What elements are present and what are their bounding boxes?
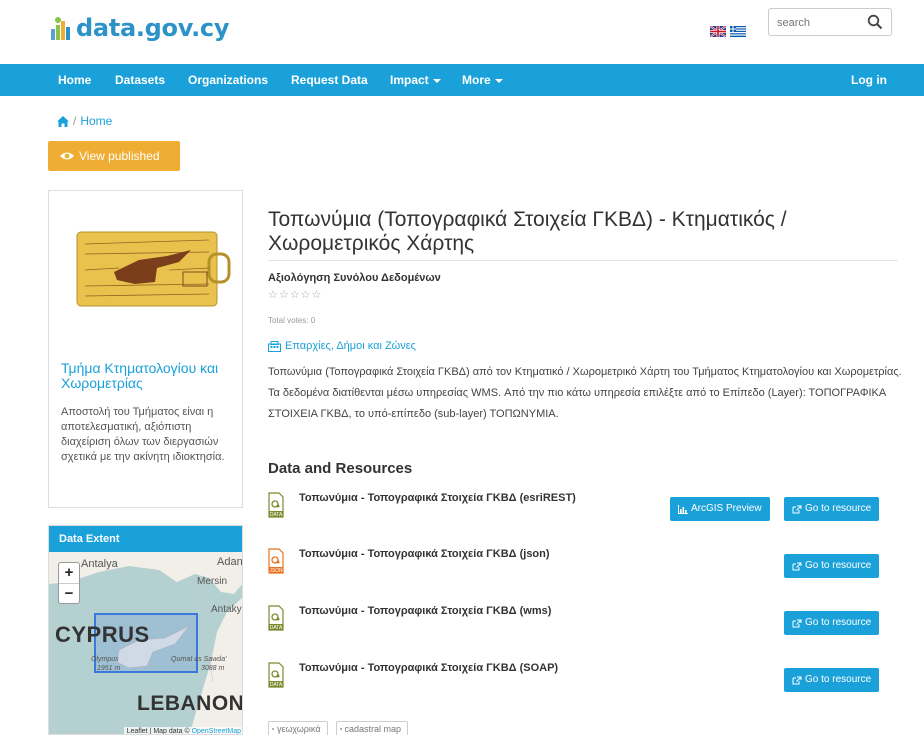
organization-name[interactable]: Τμήμα Κτηματολογίου και Χωρομετρίας <box>61 361 236 391</box>
nav-request-data[interactable]: Request Data <box>291 64 368 96</box>
rating-label: Αξιολόγηση Συνόλου Δεδομένων <box>268 272 441 284</box>
map-label-olympus: Olympus <box>91 656 119 663</box>
nav-more[interactable]: More <box>462 64 503 96</box>
site-header: data.gov.cy <box>0 0 924 64</box>
nav-more-label: More <box>462 73 491 87</box>
dataset-description: Τοπωνύμια (Τοπογραφικά Στοιχεία ΓΚΒΔ) απ… <box>268 366 902 420</box>
map-zoom-control: + − <box>58 562 80 604</box>
data-file-icon: DATA <box>268 662 284 688</box>
go-to-resource-button[interactable]: Go to resource <box>784 668 880 692</box>
building-icon <box>268 340 281 352</box>
map-label-mersin: Mersin <box>197 576 228 587</box>
tag-item[interactable]: γεωχωρικά <box>268 721 328 735</box>
nav-datasets[interactable]: Datasets <box>115 64 165 96</box>
go-to-resource-button[interactable]: Go to resource <box>784 497 880 521</box>
logo-text: data.gov.cy <box>76 14 230 42</box>
login-link[interactable]: Log in <box>851 64 887 96</box>
search-box <box>768 8 892 36</box>
site-logo[interactable]: data.gov.cy <box>50 14 230 42</box>
breadcrumb: / Home <box>57 114 112 128</box>
language-switcher <box>710 26 746 37</box>
chevron-down-icon <box>494 78 503 83</box>
zoom-out-button[interactable]: − <box>59 583 79 603</box>
resource-title[interactable]: Τοπωνύμια - Τοπογραφικά Στοιχεία ΓΚΒΔ (e… <box>299 492 576 504</box>
uk-flag-icon[interactable] <box>710 26 726 37</box>
main-navbar: Home Datasets Organizations Request Data… <box>0 64 924 96</box>
go-to-resource-button[interactable]: Go to resource <box>784 611 880 635</box>
map-attribution: Leaflet | Map data © OpenStreetMap <box>123 727 242 735</box>
extent-map[interactable]: + − Antalya Adana Mersin Antakya CYPRUS … <box>49 552 243 735</box>
nav-home[interactable]: Home <box>58 64 91 96</box>
greek-flag-icon[interactable] <box>730 26 746 37</box>
logo-bars-icon <box>51 17 70 40</box>
external-link-icon <box>792 619 802 627</box>
dataset-group-link[interactable]: Επαρχίες, Δήμοι και Ζώνες <box>268 340 416 352</box>
go-to-resource-label: Go to resource <box>805 617 872 628</box>
data-file-icon: DATA <box>268 492 284 518</box>
external-link-icon <box>792 562 802 570</box>
view-published-label: View published <box>79 149 160 163</box>
resource-title[interactable]: Τοπωνύμια - Τοπογραφικά Στοιχεία ΓΚΒΔ (w… <box>299 605 551 617</box>
data-extent-heading: Data Extent <box>49 526 242 552</box>
go-to-resource-button[interactable]: Go to resource <box>784 554 880 578</box>
eye-icon <box>60 152 74 160</box>
zoom-in-button[interactable]: + <box>59 563 79 583</box>
dataset-group-label: Επαρχίες, Δήμοι και Ζώνες <box>285 340 416 352</box>
home-icon[interactable] <box>57 115 69 127</box>
format-label: DATA <box>270 625 283 631</box>
resource-title[interactable]: Τοπωνύμια - Τοπογραφικά Στοιχεία ΓΚΒΔ (S… <box>299 662 558 674</box>
map-label-antalya: Antalya <box>81 558 118 570</box>
organization-card: Τμήμα Κτηματολογίου και Χωρομετρίας Αποσ… <box>48 190 243 508</box>
nav-impact[interactable]: Impact <box>390 64 441 96</box>
map-label-antakya: Antakya <box>211 604 242 615</box>
title-divider <box>268 260 898 261</box>
go-to-resource-label: Go to resource <box>805 560 872 571</box>
map-label-adana: Adana <box>217 556 243 568</box>
external-link-icon <box>792 505 802 513</box>
external-link-icon <box>792 676 802 684</box>
breadcrumb-separator: / <box>73 114 77 128</box>
attribution-text: Leaflet | Map data © <box>126 728 192 735</box>
data-extent-panel: Data Extent + − Antalya Adana Mersin Ant… <box>48 525 243 735</box>
organization-description: Αποστολή του Τμήματος είναι η αποτελεσμα… <box>61 406 225 463</box>
rating-stars[interactable]: ☆☆☆☆☆ <box>268 288 322 301</box>
map-label-cyprus: CYPRUS <box>55 622 150 647</box>
total-votes: Total votes: 0 <box>268 316 316 325</box>
search-input[interactable] <box>777 13 867 33</box>
nav-organizations[interactable]: Organizations <box>188 64 268 96</box>
attribution-osm-link[interactable]: OpenStreetMap <box>192 728 241 734</box>
resource-title[interactable]: Τοπωνύμια - Τοπογραφικά Στοιχεία ΓΚΒΔ (j… <box>299 548 550 560</box>
breadcrumb-home[interactable]: Home <box>80 114 112 128</box>
go-to-resource-label: Go to resource <box>805 674 872 685</box>
map-label-qurnat: Qurnat as Sawda' <box>171 656 227 663</box>
format-label: JSON <box>269 568 283 574</box>
map-label-qurnat-elevation: 3088 m <box>201 665 225 672</box>
json-file-icon: JSON <box>268 548 284 574</box>
arcgis-preview-button[interactable]: ArcGIS Preview <box>670 497 770 521</box>
arcgis-preview-label: ArcGIS Preview <box>691 503 762 514</box>
nav-impact-label: Impact <box>390 73 429 87</box>
format-label: DATA <box>270 512 283 518</box>
go-to-resource-label: Go to resource <box>805 503 872 514</box>
tag-list: γεωχωρικά cadastral map <box>268 721 409 735</box>
tag-item[interactable]: cadastral map <box>335 721 409 735</box>
format-label: DATA <box>270 682 283 688</box>
view-published-button[interactable]: View published <box>48 141 180 171</box>
chart-icon <box>678 504 688 514</box>
chevron-down-icon <box>432 78 441 83</box>
map-label-lebanon: LEBANON <box>137 692 243 715</box>
search-icon[interactable] <box>867 14 883 30</box>
organization-logo[interactable] <box>59 226 239 311</box>
dataset-title: Τοπωνύμια (Τοπογραφικά Στοιχεία ΓΚΒΔ) - … <box>268 208 787 255</box>
map-label-olympus-elevation: 1951 m <box>97 665 121 672</box>
resources-heading: Data and Resources <box>268 460 413 477</box>
data-file-icon: DATA <box>268 605 284 631</box>
